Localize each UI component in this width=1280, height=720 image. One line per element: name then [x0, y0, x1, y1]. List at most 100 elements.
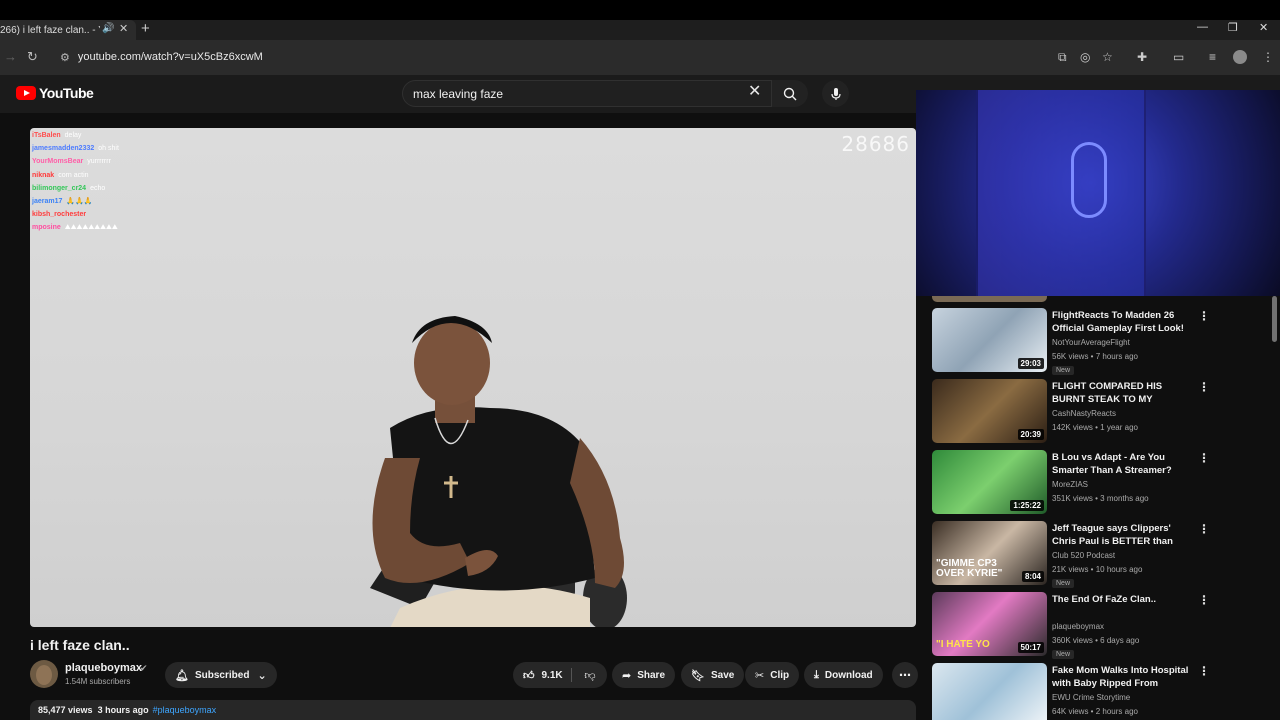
recommendation-stats: 64K views • 2 hours ago — [1052, 707, 1138, 716]
star-icon[interactable]: ☆ — [1102, 50, 1113, 64]
eye-off-icon[interactable]: ◎ — [1080, 50, 1090, 64]
recommendation-channel[interactable]: EWU Crime Storytime — [1052, 693, 1130, 702]
kebab-icon[interactable]: ⋮ — [1198, 664, 1210, 678]
download-button[interactable]: ⤓ Download — [804, 662, 883, 688]
youtube-logo-text: YouTube — [39, 85, 94, 101]
recommendation-channel[interactable]: MoreZIAS — [1052, 480, 1088, 489]
recommendation-thumbnail[interactable]: 20:39 — [932, 379, 1047, 443]
kebab-icon[interactable]: ⋮ — [1198, 451, 1210, 465]
recommendation-thumbnail[interactable]: "I HATE YO 50:17 — [932, 592, 1047, 656]
new-badge: New — [1052, 366, 1075, 375]
video-description-box[interactable]: 85,477 views 3 hours ago #plaqueboymax — [30, 700, 916, 720]
like-separator — [571, 668, 572, 682]
subscribed-button[interactable]: 🔔︎ Subscribed ⌄ — [165, 662, 277, 688]
dislike-button[interactable]: 👎︎ — [575, 662, 605, 688]
share-label: Share — [637, 669, 666, 681]
clear-search-icon[interactable]: ✕ — [748, 84, 761, 100]
kebab-icon[interactable]: ⋮ — [1198, 380, 1210, 394]
channel-name[interactable]: plaqueboymax — [65, 662, 142, 674]
chat-text: delay — [64, 132, 82, 139]
tab-title: 266) i left faze clan.. - YouT — [0, 24, 100, 36]
recommendation-thumbnail[interactable]: 29:03 — [932, 308, 1047, 372]
url-text: youtube.com/watch?v=uX5cBz6xcwM — [77, 51, 263, 63]
upload-age: 3 hours ago — [97, 705, 149, 715]
scrollbar[interactable] — [1272, 296, 1277, 342]
reload-icon[interactable]: ↻ — [27, 49, 38, 65]
minimize-icon[interactable]: — — [1197, 21, 1208, 33]
sidebar-icon[interactable]: ▭ — [1173, 50, 1184, 64]
channel-avatar[interactable] — [30, 660, 58, 688]
window-close-icon[interactable]: ✕ — [1259, 21, 1268, 34]
save-button[interactable]: 🔖︎ Save — [681, 662, 745, 688]
chat-text: yurrrrrrr — [87, 158, 111, 166]
recommendation-item[interactable]: "GIMME CP3 OVER KYRIE" 8:04 Jeff Teague sa… — [932, 521, 1262, 589]
profile-avatar[interactable] — [1233, 50, 1247, 64]
recommendation-title[interactable]: The End Of FaZe Clan.. — [1052, 593, 1194, 606]
browser-tab[interactable]: 266) i left faze clan.. - YouT 🔊 ✕ — [0, 20, 136, 40]
like-button[interactable]: 👍︎ 9.1K — [513, 662, 571, 688]
recommendation-stats: 21K views • 10 hours ago — [1052, 565, 1143, 574]
address-bar[interactable]: ⚙ youtube.com/watch?v=uX5cBz6xcwM — [48, 45, 1048, 69]
plus-icon[interactable]: + — [141, 20, 150, 38]
subscribed-label: Subscribed — [194, 669, 250, 681]
recommendation-item[interactable]: 29:03 FlightReacts To Madden 26 Official … — [932, 308, 1262, 376]
partial-thumbnail[interactable] — [932, 296, 1047, 302]
recommendation-channel[interactable]: plaqueboymax — [1052, 622, 1104, 631]
close-icon[interactable]: ✕ — [119, 22, 128, 35]
chat-username: kibsh_rochester — [32, 211, 87, 219]
media-icon[interactable]: ≡ — [1209, 50, 1216, 64]
back-icon[interactable]: → — [4, 49, 17, 64]
recommendation-title[interactable]: Jeff Teague says Clippers' Chris Paul is… — [1052, 522, 1194, 548]
chat-message: mposine ⛰⛰⛰⛰⛰⛰⛰⛰⛰ — [32, 221, 119, 234]
kebab-icon[interactable]: ⋮ — [1198, 309, 1210, 323]
maximize-icon[interactable]: ❐ — [1228, 21, 1238, 34]
speaker-icon[interactable]: 🔊 — [102, 23, 114, 34]
kebab-icon[interactable]: ⋮ — [1198, 522, 1210, 536]
more-actions-button[interactable]: ⋯ — [892, 662, 918, 688]
hashtag-link[interactable]: #plaqueboymax — [153, 705, 217, 715]
chat-message: jamesmadden2332 oh shit — [32, 142, 119, 155]
screen-share-icon[interactable]: ⧉ — [1058, 50, 1067, 65]
chat-message: bilimonger_cr24 echo — [32, 182, 119, 195]
search-input[interactable]: max leaving faze — [402, 80, 772, 107]
share-button[interactable]: ➦ Share — [612, 662, 676, 688]
youtube-logo[interactable]: YouTube — [16, 85, 94, 101]
chat-text: echo — [90, 184, 106, 192]
voice-search-button[interactable] — [822, 80, 849, 107]
site-info-icon[interactable]: ⚙ — [60, 51, 70, 64]
recommendation-stats: 142K views • 1 year ago — [1052, 423, 1138, 432]
recommendation-stats: 360K views • 6 days ago — [1052, 636, 1140, 645]
recommendation-thumbnail[interactable]: "GIMME CP3 OVER KYRIE" 8:04 — [932, 521, 1047, 585]
download-icon: ⤓ — [814, 668, 819, 681]
recommendation-title[interactable]: FLIGHT COMPARED HIS BURNT STEAK TO MY PE… — [1052, 380, 1194, 406]
chat-message: kibsh_rochester — [32, 208, 119, 221]
video-player[interactable]: iTsBalen delay jamesmadden2332 oh shit YourM… — [30, 128, 916, 627]
recommendation-item[interactable]: "I HATE YO 50:17 The End Of FaZe Clan.. pla… — [932, 592, 1262, 660]
thumbs-down-icon: 👎︎ — [584, 669, 596, 682]
search-button[interactable] — [772, 80, 808, 107]
recommendation-channel[interactable]: Club 520 Podcast — [1052, 551, 1115, 560]
recommendation-thumbnail[interactable] — [932, 663, 1047, 720]
channel-actions-row: plaqueboymax ✔ 1.54M subscribers 🔔︎ Subs… — [30, 660, 920, 690]
recommendation-title[interactable]: B Lou vs Adapt - Are You Smarter Than A … — [1052, 451, 1194, 477]
recommendation-channel[interactable]: CashNastyReacts — [1052, 409, 1116, 418]
chat-username: bilimonger_cr24 — [32, 184, 87, 192]
recommendation-item[interactable]: Fake Mom Walks Into Hospital with Baby R… — [932, 663, 1262, 720]
youtube-play-icon — [16, 86, 36, 100]
recommendation-item[interactable]: 1:25:22 B Lou vs Adapt - Are You Smarter … — [932, 450, 1262, 518]
recommendation-stats: 56K views • 7 hours ago — [1052, 352, 1138, 361]
clip-button[interactable]: ✂ Clip — [745, 662, 800, 688]
tab-strip: 266) i left faze clan.. - YouT 🔊 ✕ + — ❐… — [0, 20, 1280, 40]
webcam-wall-logo — [1071, 142, 1107, 218]
recommendation-channel[interactable]: NotYourAverageFlight — [1052, 338, 1130, 347]
recommendation-title[interactable]: Fake Mom Walks Into Hospital with Baby R… — [1052, 664, 1194, 690]
video-duration: 50:17 — [1017, 642, 1044, 653]
kebab-icon[interactable]: ⋮ — [1198, 593, 1210, 607]
recommendation-thumbnail[interactable]: 1:25:22 — [932, 450, 1047, 514]
kebab-icon[interactable]: ⋮ — [1262, 50, 1274, 64]
recommendation-title[interactable]: FlightReacts To Madden 26 Official Gamep… — [1052, 309, 1194, 335]
extensions-icon[interactable]: ✚ — [1137, 50, 1147, 64]
video-person-figure — [370, 316, 627, 627]
like-count: 9.1K — [541, 669, 563, 681]
recommendation-item[interactable]: 20:39 FLIGHT COMPARED HIS BURNT STEAK TO … — [932, 379, 1262, 447]
